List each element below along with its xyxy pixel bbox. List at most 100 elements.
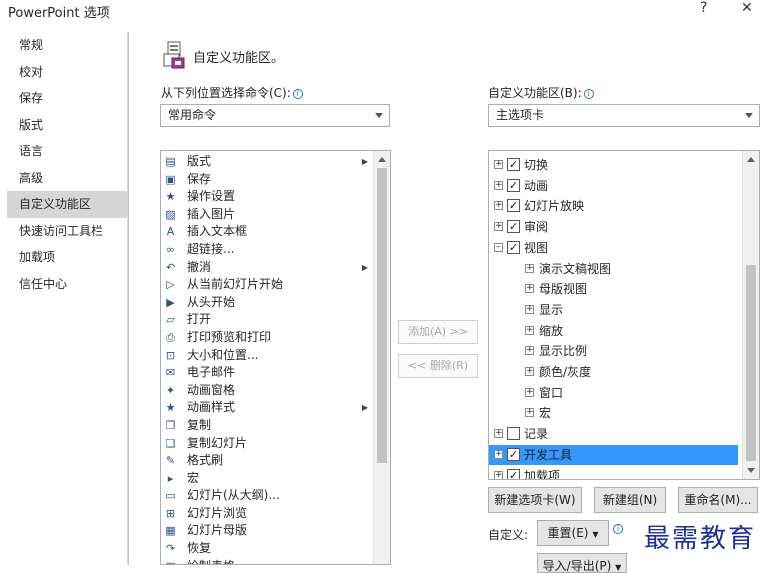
ribbon-tree-item[interactable]: + 记录 [489,424,738,444]
expand-icon[interactable]: + [525,304,534,314]
command-list-item[interactable]: ▱ 打开 [161,311,374,329]
ribbon-tree-scrollbar[interactable] [742,151,759,479]
expand-icon[interactable]: + [494,449,503,459]
sidebar-item[interactable]: 快速访问工具栏 [7,218,127,245]
commands-listbox[interactable]: ▤ 版式 ▶ ▣ 保存 ★ 操作设置 ▨ 插入图片 A 插入文本框 ∞ 超链接... ↶ 撤消 ▶ ▷ 从当前幻灯… [160,150,391,565]
layout-icon: ▤ [165,155,176,168]
command-list-item[interactable]: A 插入文本框 [161,223,374,241]
tab-checkbox[interactable]: ✓ [507,240,520,254]
tab-checkbox[interactable]: ✓ [507,447,520,461]
sidebar-item[interactable]: 信任中心 [7,271,127,298]
expand-icon[interactable]: + [494,180,503,190]
ribbon-tree-item[interactable]: + 宏 [489,403,738,423]
info-icon: i [613,524,623,534]
print-preview-icon: ⎙ [166,330,175,344]
command-list-item[interactable]: ▦ 幻灯片母版 [161,522,374,540]
expand-icon[interactable]: + [525,367,534,376]
scroll-thumb[interactable] [377,168,387,463]
ribbon-tabs-combo[interactable]: 主选项卡 [488,104,760,127]
ribbon-tree-item[interactable]: + 显示比例 [489,341,738,361]
sidebar-item[interactable]: 高级 [7,165,127,192]
command-list-item[interactable]: ✉ 电子邮件 [161,364,374,382]
command-list-item[interactable]: ↷ 恢复 [161,540,374,558]
sidebar-item[interactable]: 版式 [7,112,127,139]
command-label: 电子邮件 [187,365,236,380]
ribbon-tree-item[interactable]: + 演示文稿视图 [489,259,738,279]
expand-icon[interactable]: + [494,222,503,232]
command-list-item[interactable]: ↶ 撤消 ▶ [161,259,374,277]
expand-icon[interactable]: + [525,346,534,356]
ribbon-tree-item[interactable]: + 显示 [489,300,738,320]
watermark: 最需教育 [644,524,757,554]
remove-button[interactable]: << 删除(R) [398,354,478,378]
format-painter-icon: ✎ [165,454,176,468]
command-list-item[interactable]: ▶ 从头开始 [161,294,374,312]
ribbon-tree-item[interactable]: – ✓ 视图 [489,238,738,258]
close-button[interactable]: ✕ [741,0,753,16]
scroll-up-icon[interactable] [378,157,386,162]
command-list-item[interactable]: ❏ 复制幻灯片 [161,435,374,453]
help-button[interactable]: ? [700,0,707,16]
command-list-item[interactable]: ⊞ 幻灯片浏览 [161,505,374,523]
expand-icon[interactable]: + [494,201,503,211]
expand-icon[interactable]: + [525,284,534,294]
expand-icon[interactable]: + [525,408,534,418]
command-list-item[interactable]: ▭ 幻灯片(从大纲)... [161,487,374,505]
ribbon-tree-item[interactable]: + ✓ 动画 [489,176,738,196]
command-list-item[interactable]: ❐ 复制 [161,417,374,435]
sidebar-item[interactable]: 校对 [7,59,127,86]
ribbon-tree-item[interactable]: + ✓ 加载项 [489,466,738,479]
command-list-item[interactable]: ∞ 超链接... [161,241,374,259]
command-list-item[interactable]: ▤ 版式 ▶ [161,153,374,171]
tab-checkbox[interactable]: ✓ [507,220,520,234]
scroll-thumb[interactable] [746,265,756,461]
command-list-item[interactable]: ▨ 插入图片 [161,206,374,224]
sidebar-item[interactable]: 加载项 [7,244,127,271]
add-button[interactable]: 添加(A) >> [398,320,478,344]
ribbon-tree[interactable]: + ✓ 切换 + ✓ 动画 + ✓ 幻灯片放映 + ✓ 审阅 – ✓ 视图 + 演示文稿视图 + 母版视图 + 显示 + 缩… [488,150,760,480]
sidebar-item[interactable]: 常规 [7,32,127,59]
sidebar-item[interactable]: 语言 [7,138,127,165]
command-list-item[interactable]: ▸ 宏 [161,470,374,488]
command-list-item[interactable]: ▣ 保存 [161,171,374,189]
expand-icon[interactable]: + [525,263,534,273]
ribbon-tree-item[interactable]: + ✓ 开发工具 [489,444,738,465]
scroll-up-icon[interactable] [747,157,755,162]
import-export-button[interactable]: 导入/导出(P) ▼ [537,553,627,573]
scroll-down-icon[interactable] [747,468,755,473]
expand-icon[interactable]: + [494,470,503,479]
reset-button[interactable]: 重置(E) ▼ [537,520,609,546]
ribbon-tree-item[interactable]: + 窗口 [489,383,738,403]
rename-button[interactable]: 重命名(M)... [678,487,758,513]
expand-icon[interactable]: + [494,160,503,169]
ribbon-tree-item[interactable]: + 颜色/灰度 [489,362,738,382]
command-list-item[interactable]: ▥ 绘制表格 [161,558,374,564]
tab-checkbox[interactable] [507,427,520,441]
ribbon-tree-item[interactable]: + 缩放 [489,321,738,341]
tab-checkbox[interactable]: ✓ [507,158,520,171]
command-list-item[interactable]: ★ 动画样式 ▶ [161,399,374,417]
ribbon-tree-item[interactable]: + ✓ 切换 [489,155,738,175]
command-list-item[interactable]: ✎ 格式刷 [161,452,374,470]
new-group-button[interactable]: 新建组(N) [594,487,666,513]
new-tab-button[interactable]: 新建选项卡(W) [488,487,582,513]
expand-icon[interactable]: + [494,429,503,439]
tab-checkbox[interactable]: ✓ [507,199,520,213]
command-list-item[interactable]: ✦ 动画窗格 [161,382,374,400]
commands-scrollbar[interactable] [373,151,390,564]
expand-icon[interactable]: + [525,387,534,397]
command-list-item[interactable]: ⎙ 打印预览和打印 [161,329,374,347]
tab-checkbox[interactable]: ✓ [507,178,520,192]
collapse-icon[interactable]: – [494,242,503,252]
sidebar-item[interactable]: 保存 [7,85,127,112]
sidebar-item[interactable]: 自定义功能区 [7,191,127,218]
ribbon-tree-item[interactable]: + 母版视图 [489,279,738,299]
expand-icon[interactable]: + [525,325,534,335]
command-list-item[interactable]: ⊡ 大小和位置... [161,347,374,365]
command-list-item[interactable]: ▷ 从当前幻灯片开始 [161,276,374,294]
commands-from-combo[interactable]: 常用命令 [160,104,390,127]
ribbon-tree-item[interactable]: + ✓ 审阅 [489,217,738,237]
command-list-item[interactable]: ★ 操作设置 [161,188,374,206]
tab-checkbox[interactable]: ✓ [507,468,520,479]
ribbon-tree-item[interactable]: + ✓ 幻灯片放映 [489,196,738,216]
